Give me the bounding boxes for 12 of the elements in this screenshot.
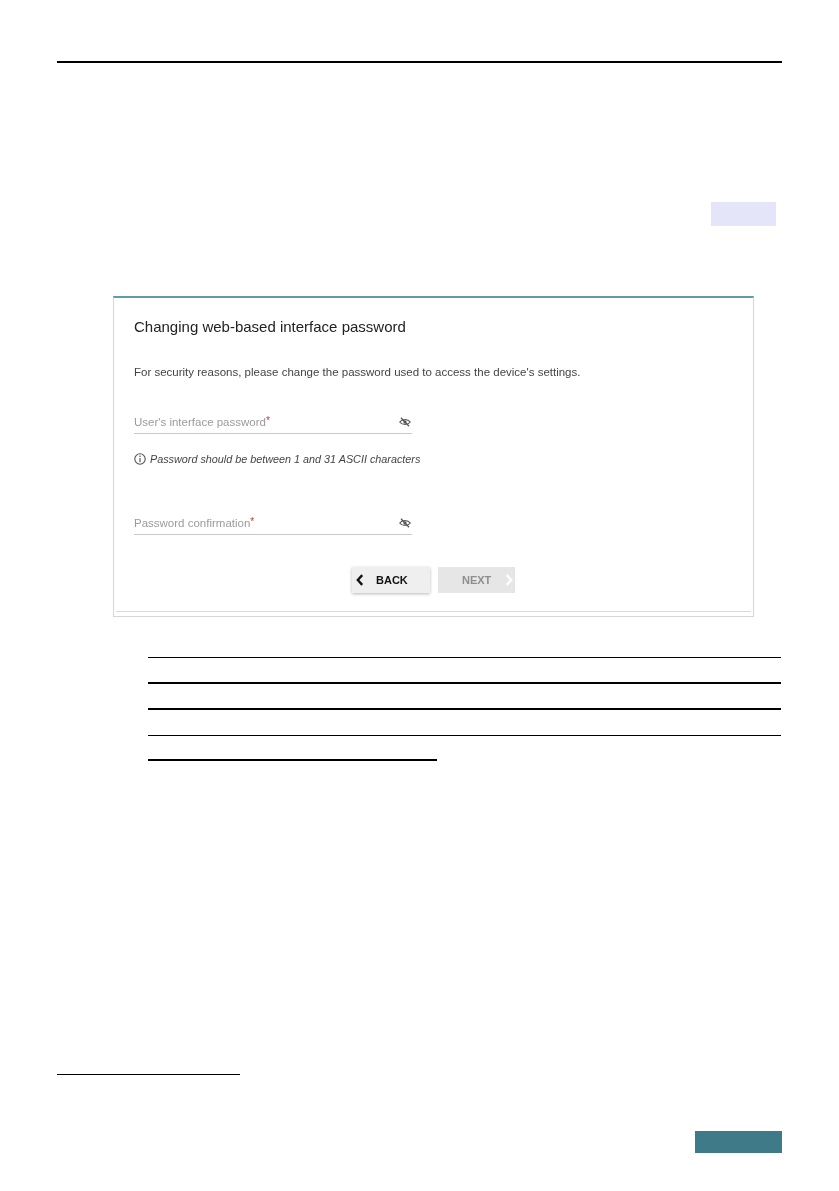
dialog-description: For security reasons, please change the password used to access the device's settings.: [134, 364, 581, 379]
chevron-right-icon: [505, 572, 514, 587]
eye-slash-icon[interactable]: [399, 417, 411, 427]
highlight-mark: [711, 201, 776, 226]
chevron-left-icon: [356, 572, 364, 587]
hint-text: Password should be between 1 and 31 ASCII characters: [150, 451, 421, 466]
info-icon: [134, 452, 146, 465]
back-button[interactable]: BACK: [352, 566, 430, 593]
password-field[interactable]: Password confirmation$^{*}$: [134, 510, 412, 535]
dialog-title: Changing web-based interface password: [134, 317, 406, 336]
password-field[interactable]: User's interface password$^{*}$: [134, 409, 412, 434]
eye-slash-icon[interactable]: [399, 518, 411, 528]
